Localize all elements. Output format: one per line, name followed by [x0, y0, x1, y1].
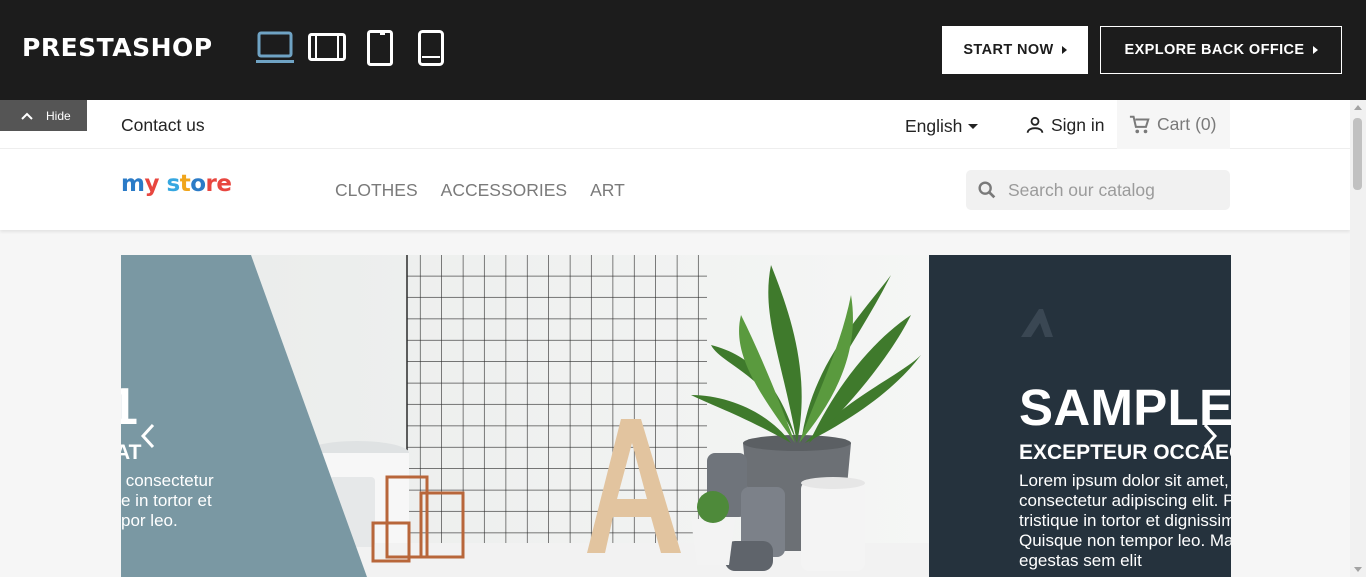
tablet-portrait-icon[interactable] [367, 30, 393, 66]
store-top-nav: Contact us English Sign in Cart (0) [0, 100, 1350, 149]
search-icon[interactable] [976, 179, 998, 201]
demo-top-bar: PRESTASHOP START NOW EXPLORE BACK OFFICE [0, 0, 1366, 100]
search-box [966, 170, 1230, 210]
language-selector[interactable]: English [905, 116, 979, 137]
my-store-logo[interactable]: my store [121, 171, 232, 197]
caret-right-icon [1312, 45, 1318, 54]
left-slide-title: 1 [121, 378, 138, 436]
sign-in-link[interactable]: Sign in [1024, 114, 1105, 136]
scrollbar-thumb[interactable] [1353, 118, 1362, 190]
chevron-down-icon [968, 124, 979, 129]
start-now-button[interactable]: START NOW [942, 26, 1088, 74]
user-icon [1026, 116, 1044, 133]
carousel-next-icon[interactable] [1199, 419, 1221, 453]
chevron-up-icon [21, 112, 33, 120]
sign-in-label: Sign in [1051, 114, 1105, 135]
tablet-landscape-icon[interactable] [308, 33, 346, 61]
mobile-icon[interactable] [418, 30, 444, 66]
page-scrollbar[interactable] [1350, 100, 1366, 577]
menu-item-clothes[interactable]: CLOTHES [335, 180, 418, 201]
explore-back-office-button[interactable]: EXPLORE BACK OFFICE [1100, 26, 1342, 74]
brand-mark-icon [1021, 309, 1053, 337]
logo-letter: e [216, 171, 232, 197]
logo-letter: t [179, 171, 191, 197]
logo-letter: o [190, 171, 206, 197]
logo-letter: s [166, 171, 180, 197]
menu-item-art[interactable]: ART [590, 180, 625, 201]
explore-back-office-label: EXPLORE BACK OFFICE [1124, 42, 1305, 58]
home-carousel: 1 AT consectetur e in tortor et por leo.… [121, 255, 1231, 577]
desktop-icon[interactable] [256, 30, 294, 64]
start-now-label: START NOW [963, 42, 1054, 58]
right-slide-panel: SAMPLE 2 EXCEPTEUR OCCAECAT Lorem ipsum … [929, 255, 1231, 577]
hide-label: Hide [46, 108, 71, 123]
logo-letter: y [144, 171, 159, 197]
carousel-prev-icon[interactable] [137, 419, 159, 453]
logo-letter: r [205, 171, 217, 197]
logo-letter: m [121, 171, 145, 197]
cart-button[interactable]: Cart (0) [1117, 100, 1230, 149]
slide-photo-image [121, 255, 929, 577]
cart-count: (0) [1195, 114, 1217, 134]
hide-demo-bar-button[interactable]: Hide [0, 100, 87, 131]
language-label: English [905, 116, 963, 136]
search-input[interactable] [1008, 179, 1228, 201]
caret-right-icon [1061, 45, 1067, 54]
scroll-up-arrow-icon[interactable] [1354, 105, 1362, 110]
right-slide-text: Lorem ipsum dolor sit amet, consectetur … [1019, 471, 1231, 570]
main-menu: CLOTHES ACCESSORIES ART [335, 180, 625, 201]
store-header: my store CLOTHES ACCESSORIES ART [0, 149, 1350, 230]
cart-icon [1129, 115, 1150, 133]
menu-item-accessories[interactable]: ACCESSORIES [441, 180, 567, 201]
prestashop-logo: PRESTASHOP [22, 33, 213, 62]
scroll-down-arrow-icon[interactable] [1354, 567, 1362, 572]
cart-label: Cart [1157, 114, 1191, 134]
left-slide-text: consectetur e in tortor et por leo. [121, 471, 214, 530]
contact-us-link[interactable]: Contact us [121, 115, 205, 136]
